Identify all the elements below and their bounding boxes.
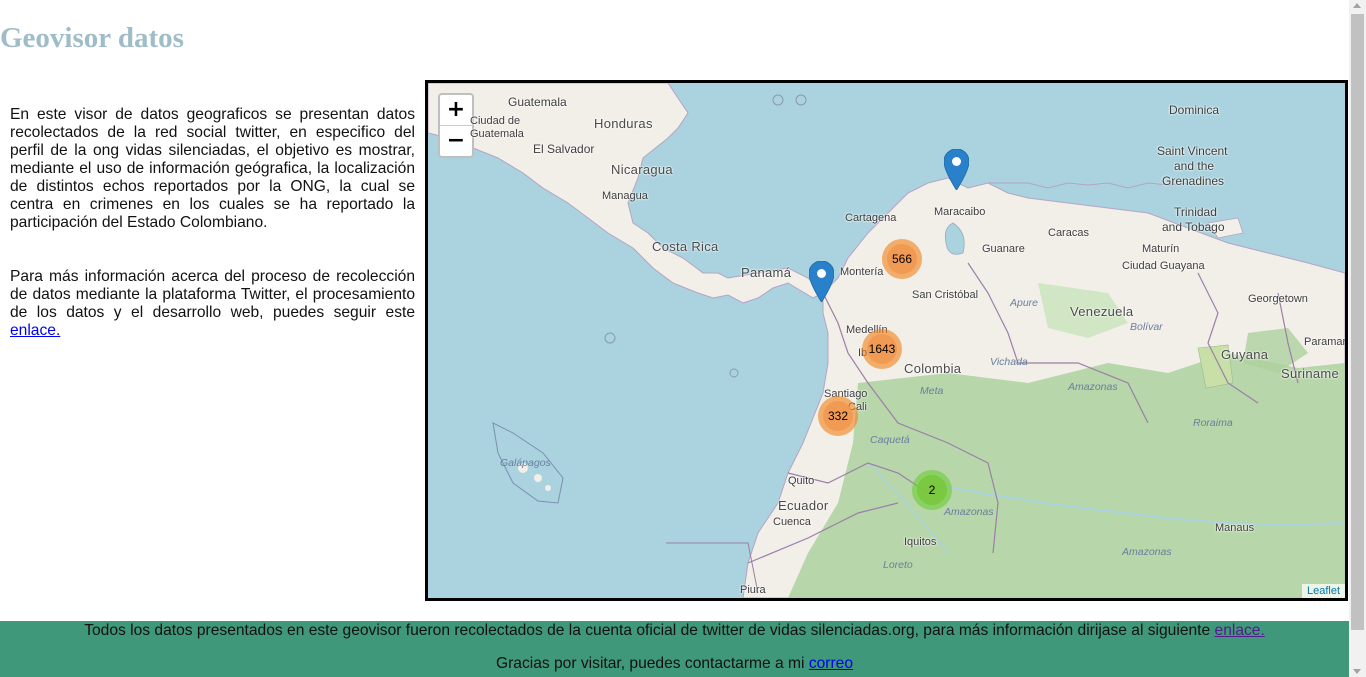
map-label-apure: Apure — [1010, 297, 1039, 309]
map-label-guyana: Guyana — [1221, 347, 1269, 362]
map-label-maturin: Maturín — [1142, 243, 1180, 255]
cluster-2[interactable]: 2 — [912, 470, 952, 510]
map-label-el-salvador: El Salvador — [533, 142, 595, 156]
map-label-guanare: Guanare — [982, 243, 1025, 255]
map-label-and-the: and the — [1174, 159, 1215, 173]
map-label-quito: Quito — [788, 475, 815, 487]
intro-paragraph-2: Para más información acerca del proceso … — [10, 268, 415, 340]
map-marker-pin-west[interactable] — [809, 261, 834, 302]
zoom-in-button[interactable]: + — [440, 95, 472, 126]
map-label-loreto: Loreto — [883, 559, 913, 571]
map-label-monteria: Montería — [840, 266, 884, 278]
map-label-manaus: Manaus — [1215, 522, 1255, 534]
cluster-332[interactable]: 332 — [818, 396, 858, 436]
page-title: Geovisor datos — [0, 22, 184, 54]
scrollbar-thumb[interactable] — [1351, 14, 1364, 630]
map-label-nicaragua: Nicaragua — [611, 162, 673, 177]
scroll-up-icon[interactable] — [1353, 3, 1361, 8]
intro-paragraph-1: En este visor de datos geograficos se pr… — [10, 106, 415, 231]
intro-paragraph-2-text: Para más información acerca del proceso … — [10, 268, 415, 321]
cluster-1643[interactable]: 1643 — [862, 329, 902, 369]
footer-source-link[interactable]: enlace. — [1215, 622, 1265, 639]
map-label-bolivar: Bolívar — [1130, 321, 1163, 333]
map-label-caqueta: Caquetá — [870, 434, 910, 446]
zoom-out-button[interactable]: − — [440, 126, 472, 156]
cluster-566[interactable]: 566 — [882, 239, 922, 279]
map-label-ciudad-guatemala-1: Ciudad de — [470, 115, 521, 127]
map-label-amazonas-ve: Amazonas — [1068, 381, 1118, 393]
footer-line-2-text: Gracias por visitar, puedes contactarme … — [495, 655, 809, 672]
vertical-scrollbar[interactable] — [1349, 0, 1366, 677]
map-label-cuenca: Cuenca — [773, 516, 811, 528]
footer-line-2: Gracias por visitar, puedes contactarme … — [0, 655, 1349, 673]
footer: Todos los datos presentados en este geov… — [0, 621, 1349, 677]
map-label-vichada: Vichada — [990, 356, 1028, 368]
cluster-332-count: 332 — [823, 401, 853, 431]
map-marker-pin-north[interactable] — [944, 149, 969, 190]
map-label-managua: Managua — [602, 190, 648, 202]
map-label-saint-vincent: Saint Vincent — [1157, 144, 1228, 158]
map-label-galapagos: Galápagos — [500, 457, 551, 469]
map-label-paramaribo: Paramar — [1304, 336, 1347, 348]
map-label-georgetown: Georgetown — [1248, 293, 1308, 305]
map-label-ciudad-guatemala-2: Guatemala — [470, 128, 524, 140]
map-label-san-cristobal: San Cristóbal — [912, 289, 979, 301]
map-label-honduras: Honduras — [594, 116, 653, 131]
map-label-guatemala: Guatemala — [508, 95, 567, 109]
map-label-caracas: Caracas — [1048, 227, 1089, 239]
map-label-piura: Piura — [740, 584, 766, 596]
map-label-suriname: Suriname — [1281, 366, 1340, 381]
map-label-colombia: Colombia — [904, 361, 962, 376]
cluster-1643-count: 1643 — [867, 334, 897, 364]
scroll-down-icon[interactable] — [1353, 669, 1361, 674]
map-label-trinidad: Trinidad — [1174, 205, 1217, 219]
footer-line-1: Todos los datos presentados en este geov… — [0, 622, 1349, 640]
map-label-cartagena: Cartagena — [845, 212, 897, 224]
map-label-ecuador: Ecuador — [778, 498, 829, 513]
map-label-dominica: Dominica — [1169, 103, 1220, 117]
map-label-maracaibo: Maracaibo — [934, 206, 986, 218]
map-label-grenadines: Grenadines — [1162, 174, 1225, 188]
map-label-amazonas-br: Amazonas — [1122, 546, 1172, 558]
footer-email-link[interactable]: correo — [809, 655, 853, 672]
cluster-2-count: 2 — [917, 475, 947, 505]
zoom-control: + − — [438, 93, 474, 158]
map-label-venezuela: Venezuela — [1070, 304, 1134, 319]
map-attribution: Leaflet — [1301, 584, 1345, 598]
map-label-meta: Meta — [920, 385, 944, 397]
map-label-panama: Panamá — [741, 265, 792, 280]
map-label-iquitos: Iquitos — [904, 536, 937, 548]
map-label-amazonas-co: Amazonas — [944, 506, 994, 518]
map-label-costa-rica: Costa Rica — [652, 239, 719, 254]
footer-line-1-text: Todos los datos presentados en este geov… — [84, 622, 1215, 639]
leaflet-link[interactable]: Leaflet — [1307, 585, 1340, 597]
cluster-566-count: 566 — [887, 244, 917, 274]
map-view[interactable]: + − Guatemala Ciudad de Guatemala Hondur… — [425, 80, 1348, 601]
map-label-ciudad-guayana: Ciudad Guayana — [1122, 260, 1205, 272]
map-label-roraima: Roraima — [1193, 417, 1233, 429]
intro-text: En este visor de datos geograficos se pr… — [10, 106, 415, 376]
map-label-and-tobago: and Tobago — [1162, 220, 1225, 234]
process-link[interactable]: enlace. — [10, 322, 60, 339]
